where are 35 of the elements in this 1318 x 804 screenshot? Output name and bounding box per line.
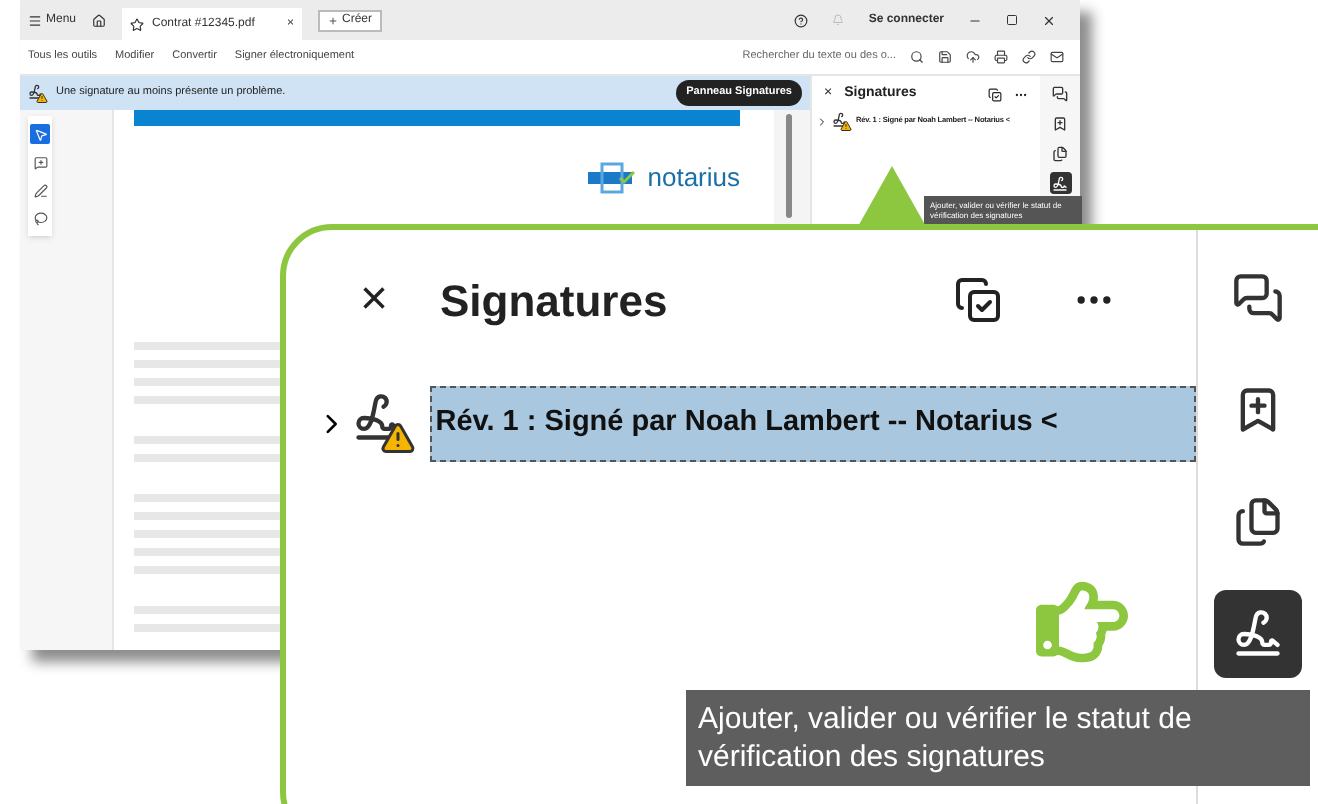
signer-warning-icon xyxy=(351,392,416,456)
link-icon[interactable] xyxy=(1022,50,1036,64)
maximize-icon[interactable] xyxy=(1006,14,1018,26)
save-icon[interactable] xyxy=(938,50,952,64)
comment-tool[interactable] xyxy=(30,152,50,172)
pen-tool[interactable] xyxy=(30,180,50,200)
signer-warning-icon xyxy=(832,112,852,132)
callout-title: Signatures xyxy=(440,273,668,330)
printer-icon[interactable] xyxy=(994,50,1008,64)
signature-icon[interactable] xyxy=(1049,172,1071,194)
logo-text: notarius xyxy=(647,160,740,196)
mail-icon[interactable] xyxy=(1050,50,1064,64)
copy-check-icon[interactable] xyxy=(988,87,1002,101)
upload-icon[interactable] xyxy=(966,50,980,64)
home-icon[interactable] xyxy=(92,13,107,27)
pointer-tool[interactable] xyxy=(30,124,50,144)
lasso-tool[interactable] xyxy=(30,208,50,228)
help-icon[interactable] xyxy=(794,13,809,27)
close-icon[interactable] xyxy=(1042,13,1056,27)
star-icon[interactable] xyxy=(130,17,145,31)
plus-icon xyxy=(328,15,339,25)
comments-icon[interactable] xyxy=(1049,82,1071,104)
pages-icon[interactable] xyxy=(1049,142,1071,164)
bookmark-icon[interactable] xyxy=(1049,112,1071,134)
search-icon[interactable] xyxy=(910,50,924,64)
signature-icon[interactable] xyxy=(1213,590,1301,678)
copy-check-icon[interactable] xyxy=(954,276,1002,324)
signature-entry[interactable]: Rév. 1 : Signé par Noah Lambert -- Notarius < xyxy=(429,386,1196,462)
menu-icon xyxy=(28,13,42,27)
signer-warning-icon xyxy=(28,83,48,103)
callout-tooltip: Ajouter, valider ou vérifier le statut de vérification des signatures xyxy=(686,690,1310,786)
callout-close[interactable]: × xyxy=(360,264,440,336)
notarius-logo-icon xyxy=(587,161,640,194)
pointing-hand-icon xyxy=(1036,576,1128,668)
scrollbar xyxy=(786,114,792,218)
